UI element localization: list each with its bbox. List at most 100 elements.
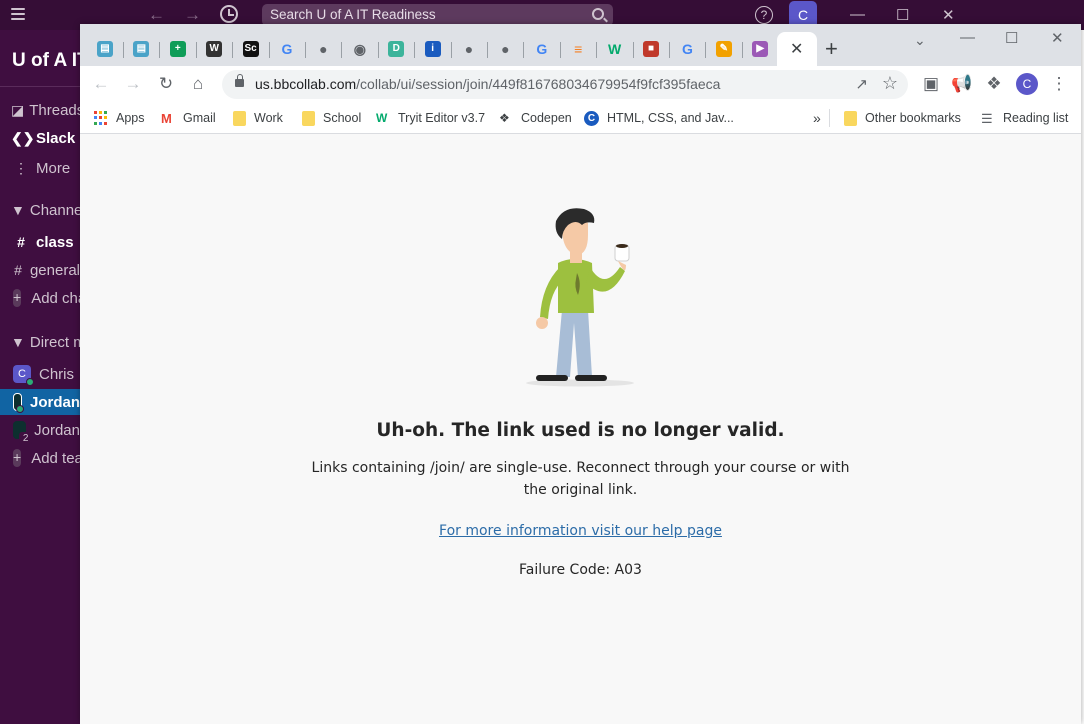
sidebar-item-dm-active[interactable]: Jordan — [0, 389, 80, 415]
bookmark-other[interactable]: Other bookmarks — [844, 109, 961, 127]
tab[interactable]: W — [202, 38, 234, 60]
add-channels-button[interactable]: + Add channels — [0, 285, 80, 311]
tab[interactable]: G — [530, 38, 561, 60]
workspace-name[interactable]: U of A IT — [12, 50, 80, 72]
share-icon[interactable]: ↗ — [855, 75, 868, 93]
sheets-icon: + — [169, 41, 186, 57]
sidebar-item-channel[interactable]: # general — [0, 257, 80, 283]
tab[interactable]: + — [166, 38, 197, 60]
channels-section-header[interactable]: ▼ Channels — [0, 197, 80, 223]
history-clock-icon[interactable] — [220, 5, 238, 23]
tab[interactable]: W — [603, 38, 634, 60]
tab[interactable]: i — [421, 38, 452, 60]
slack-minimize-icon[interactable]: — — [850, 6, 865, 23]
sidebar-item-dm[interactable]: C Chris — [0, 361, 80, 387]
reading-list-button[interactable]: ☰ Reading list — [981, 109, 1068, 127]
google-icon: G — [681, 41, 693, 57]
bookmark-folder-work[interactable]: Work — [233, 109, 283, 127]
maximize-icon[interactable]: ☐ — [1005, 29, 1018, 47]
new-tab-button[interactable]: + — [825, 36, 838, 62]
codepen-icon: ❖ — [499, 111, 510, 125]
sidebar-item-more[interactable]: ⋮ More — [0, 155, 80, 181]
home-icon[interactable]: ⌂ — [187, 73, 209, 95]
address-bar[interactable]: us.bbcollab.com/collab/ui/session/join/4… — [222, 70, 908, 99]
close-tab-icon[interactable]: ✕ — [790, 39, 803, 59]
tab-separator — [123, 42, 124, 58]
add-teammates-button[interactable]: + Add teammates — [0, 445, 80, 471]
tab[interactable]: G — [675, 38, 707, 60]
more-bookmarks-chevron-icon[interactable]: » — [813, 109, 821, 127]
tab-active[interactable]: ✕ — [777, 32, 817, 66]
stackoverflow-icon: ≡ — [574, 41, 583, 57]
help-page-link[interactable]: For more information visit our help page — [80, 523, 1081, 539]
tab[interactable]: ▤ — [93, 38, 124, 60]
picture-in-picture-icon[interactable]: ▣ — [920, 73, 942, 95]
bookmark-tryit[interactable]: W Tryit Editor v3.7 — [376, 109, 485, 127]
chrome-menu-icon[interactable]: ⋮ — [1048, 73, 1070, 95]
tab[interactable]: G — [275, 38, 306, 60]
tab[interactable]: ● — [493, 38, 525, 60]
sidebar-item-threads[interactable]: ◪ Threads — [0, 97, 80, 123]
tab-separator — [195, 42, 197, 58]
apps-icon — [94, 111, 108, 125]
tab[interactable]: ▶ — [748, 38, 780, 60]
tab[interactable]: D — [384, 38, 416, 60]
url-text[interactable]: us.bbcollab.com/collab/ui/session/join/4… — [255, 76, 720, 92]
bookmark-html-css[interactable]: C HTML, CSS, and Jav... — [584, 109, 734, 127]
slack-connect-icon: ❮❯ — [11, 129, 35, 146]
back-icon[interactable]: ← — [90, 73, 112, 95]
bookmark-apps[interactable]: Apps — [94, 109, 145, 127]
sidebar-item-label: general — [29, 261, 80, 279]
caret-down-icon: ▼ — [11, 202, 25, 218]
sidebar-section-label: Direct messages — [29, 333, 80, 351]
slack-close-icon[interactable]: ✕ — [942, 6, 955, 24]
failure-code: Failure Code: A03 — [519, 562, 642, 578]
dms-section-header[interactable]: ▼ Direct messages — [0, 329, 80, 355]
hamburger-menu-icon[interactable] — [11, 8, 25, 20]
sidebar-item-channel[interactable]: # class — [0, 229, 80, 255]
avatar — [13, 393, 24, 413]
folder-icon — [844, 110, 857, 126]
sidebar-item-slack-connect[interactable]: ❮❯ Slack Connect — [0, 125, 80, 151]
megaphone-extension-icon[interactable]: 📢 — [951, 73, 973, 95]
tab[interactable]: ≡ — [566, 38, 598, 60]
bookmark-gmail[interactable]: M Gmail — [161, 109, 216, 127]
slack-forward-arrow-icon[interactable]: → — [184, 5, 201, 25]
globe-icon: ● — [501, 41, 510, 57]
bookmark-folder-school[interactable]: School — [302, 109, 361, 127]
slack-maximize-icon[interactable]: ☐ — [896, 6, 909, 24]
profile-avatar[interactable]: C — [1016, 73, 1038, 95]
open-book-icon: ▤ — [133, 41, 150, 57]
minimize-icon[interactable]: — — [960, 29, 975, 46]
tab[interactable]: ■ — [639, 38, 670, 60]
slack-sidebar: U of A IT ◪ Threads ❮❯ Slack Connect ⋮ M… — [0, 30, 80, 724]
tab-separator — [487, 42, 488, 58]
google-icon: G — [536, 41, 548, 57]
sidebar-item-label: Jordan — [34, 421, 80, 439]
bookmark-codepen[interactable]: ❖ Codepen — [499, 109, 572, 127]
bookmark-star-icon[interactable]: ☆ — [882, 73, 898, 94]
lock-icon[interactable] — [235, 74, 244, 87]
tab-separator — [377, 42, 379, 58]
sidebar-item-label: Add channels — [31, 289, 80, 307]
tab[interactable]: ● — [311, 38, 343, 60]
tab[interactable]: ◉ — [348, 38, 379, 60]
sidebar-item-dm-group[interactable]: 2 Jordan — [0, 417, 80, 445]
extensions-puzzle-icon[interactable]: ❖ — [983, 73, 1005, 95]
tab-separator — [268, 42, 270, 58]
info-icon: i — [424, 41, 441, 57]
c-icon: C — [584, 110, 599, 126]
tab[interactable]: ▤ — [129, 38, 161, 60]
close-window-icon[interactable]: ✕ — [1051, 29, 1064, 47]
gmail-icon: M — [161, 111, 172, 126]
slack-back-arrow-icon[interactable]: ← — [148, 5, 165, 25]
slack-search-input[interactable]: Search U of A IT Readiness — [262, 4, 613, 26]
tab[interactable]: Sc — [239, 38, 270, 60]
help-icon[interactable]: ? — [755, 6, 773, 24]
tab[interactable]: ✎ — [712, 38, 743, 60]
forward-icon[interactable]: → — [122, 73, 144, 95]
tab[interactable]: ● — [457, 38, 488, 60]
reload-icon[interactable]: ↻ — [155, 73, 177, 95]
sc-icon: Sc — [242, 41, 259, 57]
tab-search-chevron-icon[interactable]: ⌄ — [914, 32, 926, 49]
